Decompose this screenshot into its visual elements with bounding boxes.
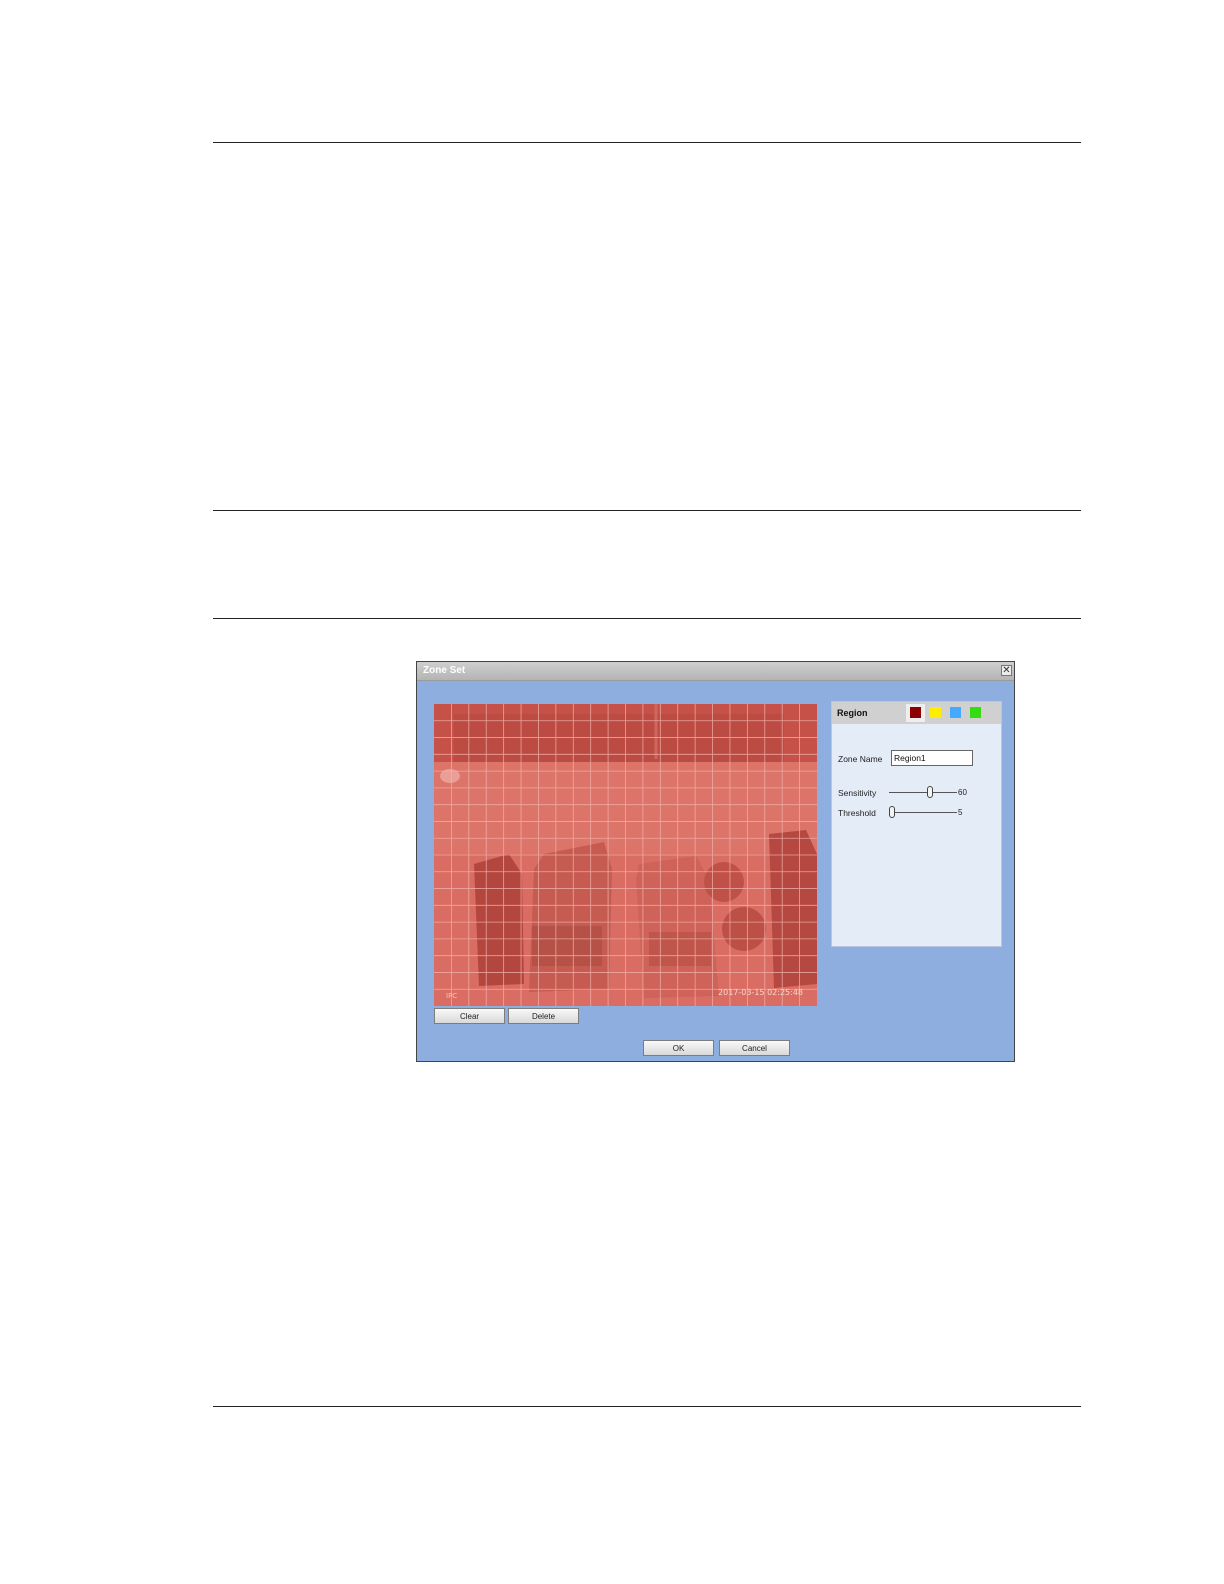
region-color-swatch-3 bbox=[950, 707, 961, 718]
middle-rule-1 bbox=[213, 510, 1081, 511]
region-color-swatch-1 bbox=[910, 707, 921, 718]
zone-name-input[interactable] bbox=[891, 750, 973, 766]
delete-button[interactable]: Delete bbox=[508, 1008, 579, 1024]
threshold-label: Threshold bbox=[838, 808, 876, 818]
region-color-swatch-4 bbox=[970, 707, 981, 718]
top-rule bbox=[213, 142, 1081, 143]
region-title: Region bbox=[837, 708, 868, 718]
dialog-title: Zone Set bbox=[423, 665, 466, 676]
threshold-slider-track[interactable] bbox=[889, 812, 957, 813]
region-tab-3[interactable] bbox=[946, 704, 965, 722]
region-tab-1[interactable] bbox=[906, 704, 925, 722]
zone-set-dialog: Zone Set ✕ IPC 2017-03-15 02:25:48 Clear… bbox=[416, 661, 1015, 1062]
cancel-button[interactable]: Cancel bbox=[719, 1040, 790, 1056]
video-preview-grid[interactable]: IPC 2017-03-15 02:25:48 bbox=[434, 704, 817, 1006]
threshold-value: 5 bbox=[958, 808, 963, 817]
dialog-titlebar: Zone Set ✕ bbox=[417, 662, 1014, 681]
sensitivity-slider-thumb[interactable] bbox=[926, 786, 933, 798]
bottom-rule bbox=[213, 1406, 1081, 1407]
clear-button[interactable]: Clear bbox=[434, 1008, 505, 1024]
region-panel-header: Region bbox=[832, 702, 1001, 724]
zone-name-label: Zone Name bbox=[838, 754, 883, 764]
ok-button[interactable]: OK bbox=[643, 1040, 714, 1056]
middle-rule-2 bbox=[213, 618, 1081, 619]
region-color-swatch-2 bbox=[930, 707, 941, 718]
osd-channel-label: IPC bbox=[446, 992, 458, 1000]
close-icon[interactable]: ✕ bbox=[1001, 665, 1012, 676]
sensitivity-label: Sensitivity bbox=[838, 788, 877, 798]
sensitivity-slider-track[interactable] bbox=[889, 792, 957, 793]
osd-timestamp: 2017-03-15 02:25:48 bbox=[718, 988, 803, 997]
region-panel: Region Zone Name Sensitivity 60 Threshol… bbox=[831, 701, 1002, 947]
region-tab-2[interactable] bbox=[926, 704, 945, 722]
threshold-slider-thumb[interactable] bbox=[889, 806, 896, 818]
sensitivity-value: 60 bbox=[958, 788, 967, 797]
region-tab-4[interactable] bbox=[966, 704, 985, 722]
camera-scene bbox=[434, 704, 817, 1006]
